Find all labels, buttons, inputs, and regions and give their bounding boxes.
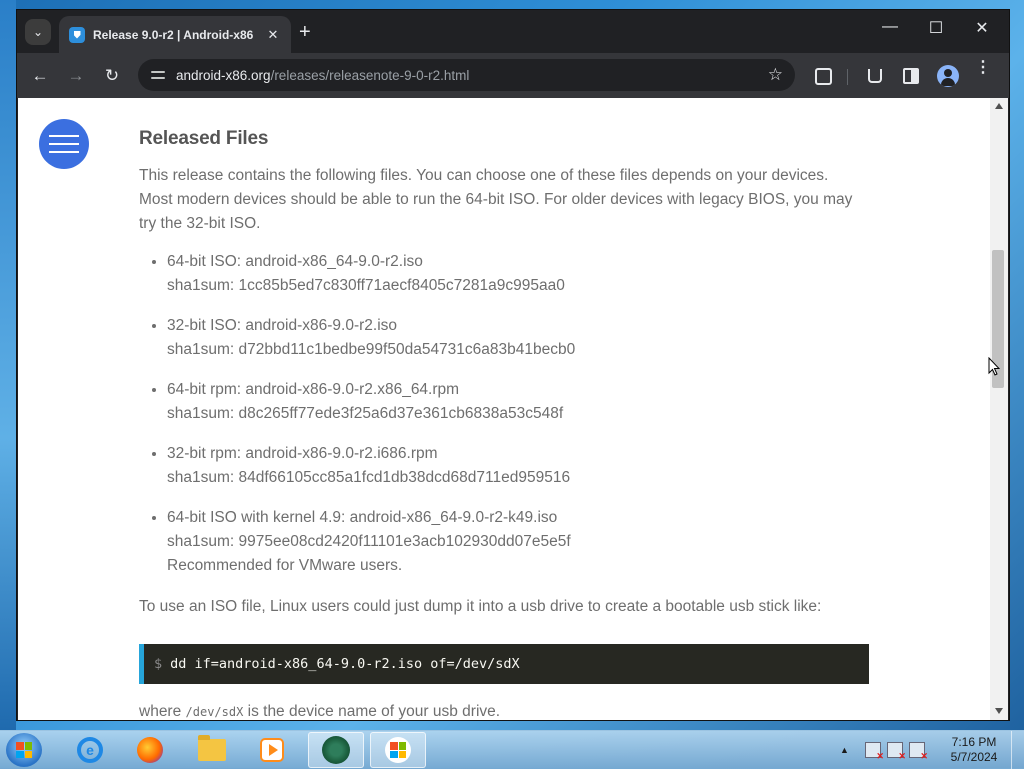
taskbar-file-explorer[interactable] bbox=[184, 732, 240, 768]
hamburger-menu-button[interactable] bbox=[39, 119, 89, 169]
address-bar[interactable]: android-x86.org /releases/releasenote-9-… bbox=[138, 59, 795, 91]
media-player-icon bbox=[260, 738, 284, 762]
article-content: Released Files This release contains the… bbox=[139, 128, 859, 594]
browser-menu-icon[interactable]: ⋮ bbox=[975, 60, 991, 76]
intro-paragraph: This release contains the following file… bbox=[139, 167, 853, 232]
file-checksum: sha1sum: d72bbd11c1bedbe99f50da54731c6a8… bbox=[167, 341, 576, 358]
device-note-after: is the device name of your usb drive. bbox=[243, 703, 501, 720]
close-window-button[interactable]: ✕ bbox=[959, 18, 1005, 38]
tab-close-icon[interactable]: ✕ bbox=[265, 27, 281, 43]
extensions-icon[interactable] bbox=[813, 66, 833, 86]
tab-release-notes[interactable]: Release 9.0-r2 | Android-x86 ✕ bbox=[59, 16, 291, 53]
clock-date: 5/7/2024 bbox=[950, 750, 998, 764]
list-item: 64-bit ISO with kernel 4.9: android-x86_… bbox=[167, 506, 859, 578]
file-checksum: sha1sum: 9975ee08cd2420f11101e3acb102930… bbox=[167, 533, 571, 550]
list-item: 32-bit ISO: android-x86-9.0-r2.iso sha1s… bbox=[167, 314, 859, 362]
reload-button[interactable]: ↻ bbox=[100, 64, 124, 88]
file-list: 64-bit ISO: android-x86_64-9.0-r2.iso sh… bbox=[139, 250, 859, 578]
file-checksum: sha1sum: d8c265ff77ede3f25a6d37e361cb683… bbox=[167, 405, 564, 422]
clock-time: 7:16 PM bbox=[951, 735, 997, 749]
file-checksum: sha1sum: 84df66105cc85a1fcd1db38dcd68d71… bbox=[167, 469, 571, 486]
page-viewport: Released Files This release contains the… bbox=[18, 98, 990, 720]
chrome-icon bbox=[322, 736, 350, 764]
file-name: 32-bit ISO: android-x86-9.0-r2.iso bbox=[167, 317, 398, 334]
list-item: 64-bit ISO: android-x86_64-9.0-r2.iso sh… bbox=[167, 250, 859, 298]
file-name: 64-bit ISO: android-x86_64-9.0-r2.iso bbox=[167, 253, 423, 270]
file-checksum: sha1sum: 1cc85b5ed7c830ff71aecf8405c7281… bbox=[167, 277, 565, 294]
shell-prompt: $ bbox=[154, 656, 163, 672]
tab-search-button[interactable]: ⌄ bbox=[25, 19, 51, 45]
device-note: where /dev/sdX is the device name of you… bbox=[139, 700, 500, 720]
taskbar: e ▲ 7:16 PM 5/7/2024 bbox=[0, 730, 1024, 769]
chevron-down-icon: ⌄ bbox=[32, 25, 44, 39]
system-tray: ▲ bbox=[840, 731, 928, 769]
scroll-down-arrow-icon[interactable] bbox=[995, 708, 1003, 714]
mouse-cursor-icon bbox=[988, 357, 1000, 376]
file-note: Recommended for VMware users. bbox=[167, 557, 403, 574]
file-name: 64-bit ISO with kernel 4.9: android-x86_… bbox=[167, 509, 558, 526]
list-item: 32-bit rpm: android-x86-9.0-r2.i686.rpm … bbox=[167, 442, 859, 490]
internet-explorer-icon: e bbox=[77, 737, 103, 763]
shell-command: dd if=android-x86_64-9.0-r2.iso of=/dev/… bbox=[170, 656, 520, 672]
profile-avatar-icon[interactable] bbox=[937, 65, 959, 87]
show-hidden-icons-arrow-icon[interactable]: ▲ bbox=[840, 745, 849, 755]
windows-logo-icon bbox=[16, 742, 32, 758]
side-panel-icon[interactable] bbox=[901, 66, 921, 86]
browser-window: ⌄ Release 9.0-r2 | Android-x86 ✕ + — ☐ ✕… bbox=[16, 9, 1010, 721]
site-info-icon[interactable] bbox=[150, 67, 166, 83]
show-desktop-button[interactable] bbox=[1011, 731, 1024, 769]
file-name: 64-bit rpm: android-x86-9.0-r2.x86_64.rp… bbox=[167, 381, 460, 398]
device-note-before: where bbox=[139, 703, 186, 720]
usb-instructions: To use an ISO file, Linux users could ju… bbox=[139, 598, 822, 615]
labs-flask-icon[interactable] bbox=[865, 66, 885, 86]
firefox-icon bbox=[137, 737, 163, 763]
list-item: 64-bit rpm: android-x86-9.0-r2.x86_64.rp… bbox=[167, 378, 859, 426]
taskbar-firefox[interactable] bbox=[122, 732, 178, 768]
android-x86-favicon-icon bbox=[69, 26, 85, 43]
taskbar-media-player[interactable] bbox=[244, 732, 300, 768]
start-button[interactable] bbox=[6, 733, 42, 767]
action-center-flag-icon[interactable] bbox=[864, 742, 884, 762]
windows-explorer-icon bbox=[385, 737, 411, 763]
file-name: 32-bit rpm: android-x86-9.0-r2.i686.rpm bbox=[167, 445, 438, 462]
menu-line bbox=[49, 135, 79, 137]
tab-title: Release 9.0-r2 | Android-x86 bbox=[93, 27, 254, 42]
forward-button[interactable]: → bbox=[64, 64, 88, 88]
minimize-button[interactable]: — bbox=[867, 18, 913, 36]
desktop-background bbox=[0, 0, 16, 730]
code-block: $ dd if=android-x86_64-9.0-r2.iso of=/de… bbox=[139, 644, 869, 684]
browser-toolbar: ← → ↻ android-x86.org /releases/releasen… bbox=[17, 53, 1009, 98]
taskbar-windows-explorer[interactable] bbox=[370, 732, 426, 768]
page-scrollbar[interactable] bbox=[990, 98, 1008, 720]
section-heading: Released Files bbox=[139, 128, 269, 149]
toolbar-separator bbox=[847, 69, 848, 85]
new-tab-button[interactable]: + bbox=[299, 22, 311, 42]
device-path: /dev/sdX bbox=[185, 705, 244, 719]
taskbar-internet-explorer[interactable]: e bbox=[62, 732, 118, 768]
menu-line bbox=[49, 151, 79, 153]
volume-muted-icon[interactable] bbox=[908, 742, 928, 762]
folder-icon bbox=[198, 735, 226, 761]
back-button[interactable]: ← bbox=[28, 64, 52, 88]
scroll-up-arrow-icon[interactable] bbox=[995, 103, 1003, 109]
url-host: android-x86.org bbox=[176, 67, 271, 83]
system-clock[interactable]: 7:16 PM 5/7/2024 bbox=[944, 735, 1004, 765]
maximize-button[interactable]: ☐ bbox=[913, 18, 959, 38]
url-path: /releases/releasenote-9-0-r2.html bbox=[270, 67, 470, 83]
tab-strip: ⌄ Release 9.0-r2 | Android-x86 ✕ + — ☐ ✕ bbox=[17, 10, 1009, 53]
network-disconnected-icon[interactable] bbox=[886, 742, 906, 762]
bookmark-star-icon[interactable]: ☆ bbox=[768, 65, 783, 85]
menu-line bbox=[49, 143, 79, 145]
taskbar-chrome[interactable] bbox=[308, 732, 364, 768]
